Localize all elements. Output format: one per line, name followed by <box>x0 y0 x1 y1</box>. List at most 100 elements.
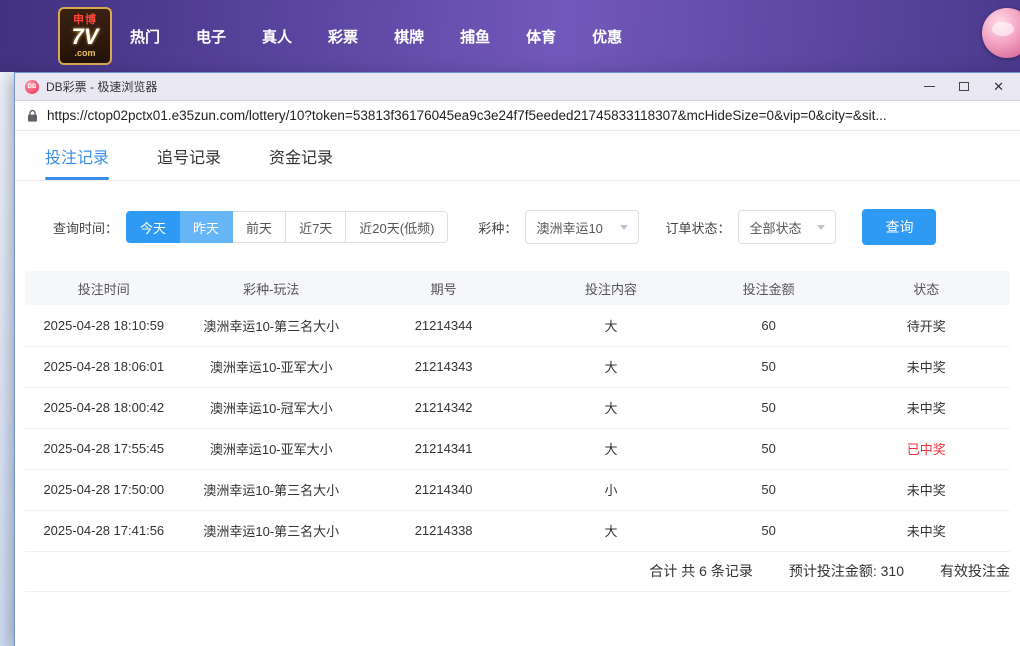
brand-logo[interactable]: 申博 7V .com <box>58 7 112 65</box>
order-status-value: 全部状态 <box>749 220 802 236</box>
lock-icon <box>28 109 37 122</box>
cell-bet-time: 2025-04-28 17:55:45 <box>25 428 183 470</box>
cell-game-play: 澳洲幸运10-冠军大小 <box>182 387 360 429</box>
summary-expected: 预计投注金额: 310 <box>788 563 904 579</box>
cell-bet-time: 2025-04-28 18:00:42 <box>25 387 183 429</box>
cell-issue-no: 21214338 <box>359 510 528 552</box>
window-titlebar: DB DB彩票 - 极速浏览器 ✕ <box>15 73 1020 101</box>
cell-bet-amount: 50 <box>694 469 843 511</box>
col-header-status: 状态 <box>842 271 1010 305</box>
record-tabs: 投注记录 追号记录 资金记录 <box>15 131 1020 181</box>
nav-item-lottery[interactable]: 彩票 <box>328 26 358 47</box>
window-title: DB彩票 - 极速浏览器 <box>46 80 158 94</box>
cell-bet-amount: 50 <box>694 346 843 388</box>
cell-issue-no: 21214340 <box>359 469 528 511</box>
time-filter-group: 今天 昨天 前天 近7天 近20天(低频) <box>126 211 449 243</box>
order-status-select[interactable]: 全部状态 <box>738 210 837 244</box>
cell-bet-amount: 50 <box>694 428 843 470</box>
summary-valid: 有效投注金 <box>940 563 1010 579</box>
records-body: 2025-04-28 18:10:59 澳洲幸运10-第三名大小 2121434… <box>25 305 1010 552</box>
cell-game-play: 澳洲幸运10-亚军大小 <box>182 346 360 388</box>
cell-bet-time: 2025-04-28 17:50:00 <box>25 469 183 511</box>
cell-bet-content: 大 <box>527 428 695 470</box>
tab-chase-records[interactable]: 追号记录 <box>157 131 221 180</box>
cell-game-play: 澳洲幸运10-第三名大小 <box>182 305 360 347</box>
lottery-select-value: 澳洲幸运10 <box>536 220 603 236</box>
table-header-row: 投注时间 彩种-玩法 期号 投注内容 投注金额 状态 <box>25 271 1010 305</box>
nav-item-fishing[interactable]: 捕鱼 <box>460 26 490 47</box>
table-row: 2025-04-28 17:55:45 澳洲幸运10-亚军大小 21214341… <box>25 428 1010 470</box>
cell-bet-content: 小 <box>527 469 695 511</box>
col-header-time: 投注时间 <box>25 271 183 305</box>
minimize-icon <box>924 86 936 87</box>
brand-logo-text-7v: 7V <box>71 24 99 49</box>
cell-bet-content: 大 <box>527 387 695 429</box>
cell-status: 未中奖 <box>842 346 1010 388</box>
cell-bet-amount: 50 <box>694 387 843 429</box>
main-nav: 热门 电子 真人 彩票 棋牌 捕鱼 体育 优惠 <box>130 0 622 72</box>
nav-item-promo[interactable]: 优惠 <box>592 26 622 47</box>
chevron-down-icon <box>620 224 629 230</box>
table-row: 2025-04-28 18:00:42 澳洲幸运10-冠军大小 21214342… <box>25 387 1010 429</box>
cell-bet-time: 2025-04-28 17:41:56 <box>25 510 183 552</box>
table-row: 2025-04-28 18:06:01 澳洲幸运10-亚军大小 21214343… <box>25 346 1010 388</box>
cell-game-play: 澳洲幸运10-亚军大小 <box>182 428 360 470</box>
col-header-content: 投注内容 <box>527 271 695 305</box>
browser-window: DB DB彩票 - 极速浏览器 ✕ https://ctop02pctx01.e… <box>14 72 1020 646</box>
window-favicon: DB <box>25 79 39 94</box>
table-row: 2025-04-28 17:41:56 澳洲幸运10-第三名大小 2121433… <box>25 510 1010 552</box>
cell-bet-content: 大 <box>527 510 695 552</box>
close-icon: ✕ <box>993 79 1004 94</box>
lottery-select-label: 彩种： <box>478 220 518 236</box>
address-bar[interactable]: https://ctop02pctx01.e35zun.com/lottery/… <box>15 101 1020 131</box>
user-avatar[interactable] <box>982 8 1020 58</box>
table-row: 2025-04-28 18:10:59 澳洲幸运10-第三名大小 2121434… <box>25 305 1010 347</box>
cell-bet-content: 大 <box>527 346 695 388</box>
time-filter-yesterday[interactable]: 昨天 <box>179 211 234 243</box>
time-filter-label: 查询时间： <box>53 220 119 236</box>
cell-issue-no: 21214341 <box>359 428 528 470</box>
cell-status: 已中奖 <box>842 428 1010 470</box>
time-filter-2days-ago[interactable]: 前天 <box>232 211 287 243</box>
bet-records-table: 投注时间 彩种-玩法 期号 投注内容 投注金额 状态 2025-04-28 18… <box>25 271 1010 552</box>
table-row: 2025-04-28 17:50:00 澳洲幸运10-第三名大小 2121434… <box>25 469 1010 511</box>
cell-status: 待开奖 <box>842 305 1010 347</box>
close-button[interactable]: ✕ <box>993 78 1004 96</box>
cell-game-play: 澳洲幸运10-第三名大小 <box>182 469 360 511</box>
cell-bet-amount: 50 <box>694 510 843 552</box>
window-controls: ✕ <box>924 78 1010 96</box>
order-status-label: 订单状态： <box>665 220 731 236</box>
cell-bet-amount: 60 <box>694 305 843 347</box>
cell-bet-content: 大 <box>527 305 695 347</box>
cell-status: 未中奖 <box>842 469 1010 511</box>
nav-item-hot[interactable]: 热门 <box>130 26 160 47</box>
nav-item-cards[interactable]: 棋牌 <box>394 26 424 47</box>
cell-issue-no: 21214343 <box>359 346 528 388</box>
time-filter-20days[interactable]: 近20天(低频) <box>345 211 449 243</box>
summary-total: 合计 共 6 条记录 <box>649 563 753 579</box>
summary-bar: 合计 共 6 条记录 预计投注金额: 310 有效投注金 <box>25 552 1010 592</box>
tab-fund-records[interactable]: 资金记录 <box>269 131 333 180</box>
brand-logo-text-com: .com <box>74 48 96 58</box>
nav-item-live[interactable]: 真人 <box>262 26 292 47</box>
maximize-button[interactable] <box>959 78 970 96</box>
site-header: 申博 7V .com 热门 电子 真人 彩票 棋牌 捕鱼 体育 优惠 <box>0 0 1020 72</box>
url-text: https://ctop02pctx01.e35zun.com/lottery/… <box>47 108 887 123</box>
minimize-button[interactable] <box>924 78 936 96</box>
cell-game-play: 澳洲幸运10-第三名大小 <box>182 510 360 552</box>
cell-bet-time: 2025-04-28 18:06:01 <box>25 346 183 388</box>
cell-issue-no: 21214342 <box>359 387 528 429</box>
page-content: 投注记录 追号记录 资金记录 查询时间： 今天 昨天 前天 近7天 近20天(低… <box>15 131 1020 646</box>
nav-item-sports[interactable]: 体育 <box>526 26 556 47</box>
tab-bet-records[interactable]: 投注记录 <box>45 131 110 180</box>
cell-issue-no: 21214344 <box>359 305 528 347</box>
lottery-select[interactable]: 澳洲幸运10 <box>525 210 640 244</box>
search-button[interactable]: 查询 <box>862 209 937 245</box>
col-header-issue: 期号 <box>359 271 528 305</box>
col-header-game: 彩种-玩法 <box>182 271 360 305</box>
nav-item-slots[interactable]: 电子 <box>196 26 226 47</box>
filter-bar: 查询时间： 今天 昨天 前天 近7天 近20天(低频) 彩种： 澳洲幸运10 订… <box>15 181 1020 271</box>
chevron-down-icon <box>817 224 826 230</box>
time-filter-7days[interactable]: 近7天 <box>285 211 347 243</box>
time-filter-today[interactable]: 今天 <box>126 211 181 243</box>
